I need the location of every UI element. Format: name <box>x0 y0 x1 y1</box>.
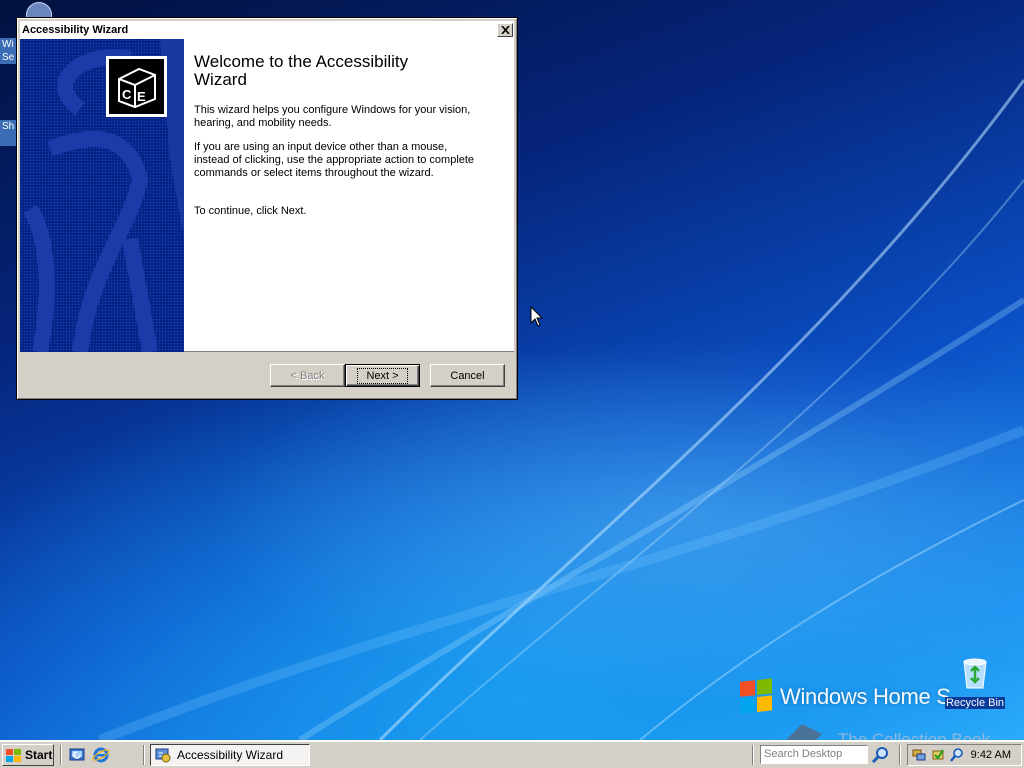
taskbar-separator <box>143 745 145 765</box>
watermark: The Collection Book <box>772 720 990 740</box>
wizard-body: C E Welcome to the Accessibility Wizard … <box>20 39 514 352</box>
recycle-bin-label: Recycle Bin <box>944 697 1006 709</box>
brand-text: Windows Home Se <box>780 684 950 709</box>
internet-explorer-icon[interactable] <box>92 746 110 764</box>
desktop-icon-label: Wi Se <box>2 39 15 63</box>
accessibility-wizard-window: Accessibility Wizard C E Welcome to the … <box>16 17 518 400</box>
book-icon <box>786 724 822 740</box>
svg-text:C: C <box>122 87 132 102</box>
taskbar: Start Accessibility Wizard Search Deskto… <box>0 740 1024 768</box>
wizard-logo-icon: C E <box>106 56 167 117</box>
taskbar-button-accessibility-wizard[interactable]: Accessibility Wizard <box>150 744 310 766</box>
cancel-button[interactable]: Cancel <box>430 364 505 387</box>
network-icon[interactable] <box>911 747 927 763</box>
back-button[interactable]: < Back <box>270 364 345 387</box>
window-title: Accessibility Wizard <box>22 24 129 36</box>
taskbar-separator <box>60 745 62 765</box>
title-bar[interactable]: Accessibility Wizard <box>20 21 514 39</box>
clock[interactable]: 9:42 AM <box>971 749 1011 761</box>
wizard-content: Welcome to the Accessibility Wizard This… <box>194 53 494 229</box>
accessibility-wizard-icon <box>155 748 171 763</box>
wizard-paragraph-intro: This wizard helps you configure Windows … <box>194 104 471 129</box>
desktop-icon-label: Sh <box>2 121 15 132</box>
search-placeholder: Search Desktop <box>764 748 843 760</box>
wizard-paragraph-continue: To continue, click Next. <box>194 205 307 217</box>
recycle-bin[interactable]: Recycle Bin <box>944 656 1006 709</box>
back-button-label: < Back <box>290 369 325 382</box>
start-button[interactable]: Start <box>2 744 54 766</box>
system-tray: 9:42 AM <box>907 744 1022 766</box>
next-button[interactable]: Next > <box>345 364 420 387</box>
svg-text:E: E <box>137 89 146 104</box>
wizard-heading: Welcome to the Accessibility Wizard <box>194 52 409 89</box>
close-button[interactable] <box>497 23 513 37</box>
search-icon[interactable] <box>949 747 965 763</box>
taskbar-separator <box>899 745 901 765</box>
security-icon[interactable] <box>930 747 946 763</box>
recycle-bin-icon <box>963 658 987 689</box>
windows-home-server-branding: Windows Home Se <box>740 678 950 716</box>
windows-flag-icon <box>740 678 774 716</box>
wizard-paragraph-input: If you are using an input device other t… <box>194 141 475 179</box>
next-button-label: Next > <box>357 367 408 384</box>
search-desktop-input[interactable]: Search Desktop <box>760 745 868 764</box>
search-icon[interactable] <box>871 745 891 764</box>
start-label: Start <box>25 748 53 762</box>
cancel-button-label: Cancel <box>450 369 485 382</box>
show-desktop-icon[interactable] <box>68 746 86 764</box>
mouse-cursor-icon <box>530 306 544 327</box>
close-icon <box>500 26 510 34</box>
wizard-side-banner: C E <box>20 39 184 352</box>
windows-flag-icon <box>6 748 21 762</box>
taskbar-button-label: Accessibility Wizard <box>177 748 284 762</box>
taskbar-separator <box>752 745 754 765</box>
watermark-text: The Collection Book <box>838 730 991 740</box>
